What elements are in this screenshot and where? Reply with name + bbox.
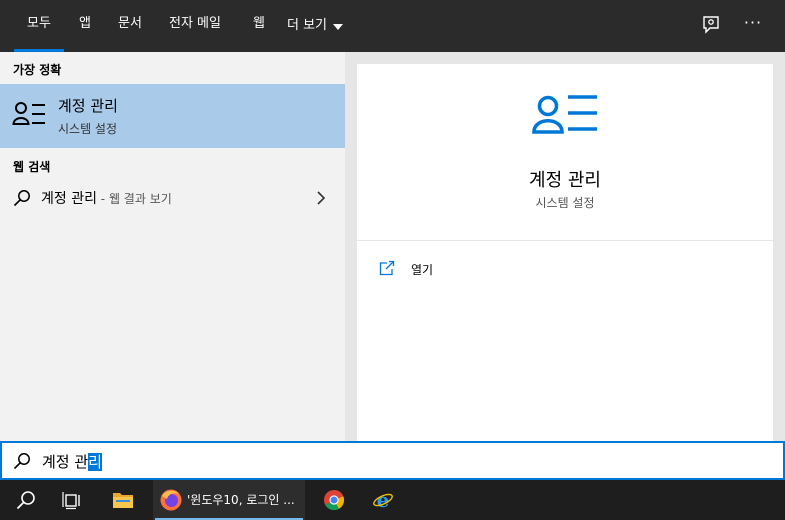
firefox-window-title: '윈도우10, 로그인 ... xyxy=(187,493,295,507)
divider xyxy=(357,240,773,241)
tab-more[interactable]: 더 보기 xyxy=(287,0,357,52)
taskbar-firefox-window[interactable]: '윈도우10, 로그인 ... xyxy=(153,480,305,520)
detail-subtitle: 시스템 설정 xyxy=(535,196,595,210)
tab-apps-label: 앱 xyxy=(79,16,91,31)
chrome-button[interactable] xyxy=(310,480,358,520)
search-query-text: 계정 관리 xyxy=(42,451,102,472)
open-button[interactable]: 열기 xyxy=(379,260,499,280)
best-match-item[interactable]: 계정 관리 시스템 설정 xyxy=(0,84,345,148)
web-search-item[interactable]: 계정 관리 - 웹 결과 보기 xyxy=(0,182,345,214)
folder-icon xyxy=(113,493,133,508)
file-explorer-button[interactable] xyxy=(99,480,147,520)
tab-documents[interactable]: 문서 xyxy=(112,0,148,52)
best-match-subtitle: 시스템 설정 xyxy=(58,122,118,136)
tab-all-label: 모두 xyxy=(27,16,51,31)
open-icon xyxy=(379,260,395,276)
feedback-icon[interactable] xyxy=(700,14,722,36)
windows-search-panel: 모두 앱 문서 전자 메일 웹 더 보기 ··· 가장 정확 계정 관리 시스템… xyxy=(0,0,785,520)
search-filter-tabs: 모두 앱 문서 전자 메일 웹 더 보기 ··· xyxy=(0,0,785,52)
tab-documents-label: 문서 xyxy=(118,16,142,31)
open-label: 열기 xyxy=(411,263,434,277)
web-search-query: 계정 관리 xyxy=(41,191,97,207)
search-query-selected: 리 xyxy=(88,453,102,471)
web-search-suffix: - 웹 결과 보기 xyxy=(96,192,172,206)
search-query-plain: 계정 관 xyxy=(42,453,89,471)
chevron-down-icon xyxy=(333,24,344,30)
web-search-heading: 웹 검색 xyxy=(13,160,51,174)
internet-explorer-button[interactable]: e xyxy=(359,480,407,520)
account-settings-icon xyxy=(12,102,45,125)
taskbar-search-button[interactable] xyxy=(2,480,50,520)
svg-text:e: e xyxy=(377,489,390,511)
chrome-icon xyxy=(324,489,345,511)
firefox-icon xyxy=(160,489,182,511)
tab-email[interactable]: 전자 메일 xyxy=(162,0,228,52)
best-match-heading: 가장 정확 xyxy=(13,63,62,77)
search-icon xyxy=(16,491,35,510)
web-search-text: 계정 관리 - 웹 결과 보기 xyxy=(41,188,172,208)
tab-email-label: 전자 메일 xyxy=(169,16,221,31)
tab-web-label: 웹 xyxy=(253,16,265,31)
tab-web[interactable]: 웹 xyxy=(244,0,274,52)
results-pane: 가장 정확 계정 관리 시스템 설정 웹 검색 계정 관리 - 웹 결과 보기 xyxy=(0,52,345,441)
tab-apps[interactable]: 앱 xyxy=(72,0,98,52)
detail-title: 계정 관리 xyxy=(529,170,601,191)
account-settings-icon xyxy=(532,95,597,134)
tab-all[interactable]: 모두 xyxy=(14,0,64,52)
tab-more-label: 더 보기 xyxy=(287,18,328,33)
detail-card: 계정 관리 시스템 설정 열기 xyxy=(357,64,773,441)
search-input[interactable]: 계정 관리 xyxy=(0,441,785,480)
more-options-icon[interactable]: ··· xyxy=(742,14,764,36)
search-icon xyxy=(13,190,30,207)
search-icon xyxy=(13,453,30,470)
best-match-title: 계정 관리 xyxy=(58,97,118,115)
task-view-icon xyxy=(62,492,80,510)
chevron-right-icon[interactable] xyxy=(315,191,327,205)
task-view-button[interactable] xyxy=(48,480,96,520)
internet-explorer-icon: e xyxy=(373,489,393,511)
taskbar: '윈도우10, 로그인 ... e xyxy=(0,480,785,520)
